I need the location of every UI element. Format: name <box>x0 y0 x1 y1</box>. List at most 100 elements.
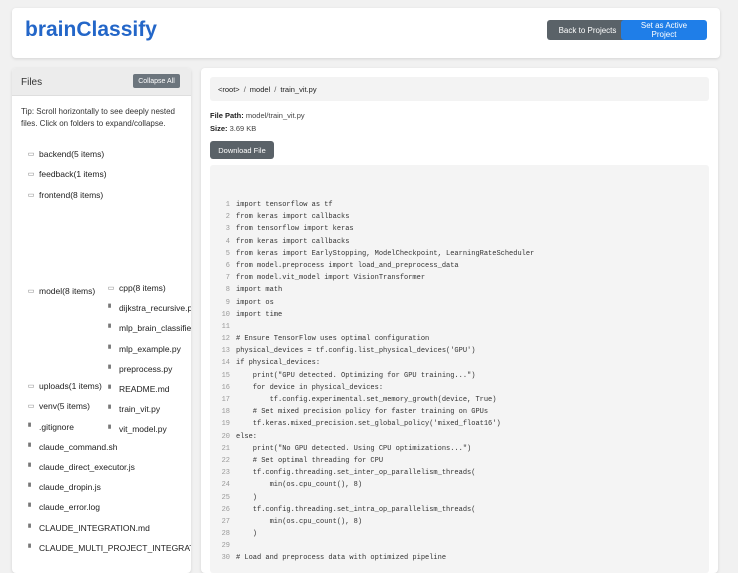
code-line: 27 min(os.cpu_count(), 8) <box>210 516 709 528</box>
tree-file[interactable]: ▘ CLAUDE_INTEGRATION.md <box>26 523 150 533</box>
code-line: 20 else: <box>210 431 709 443</box>
set-active-project-button[interactable]: Set as Active Project <box>621 20 707 40</box>
code-text: ) <box>236 530 258 539</box>
folder-icon: ▭ <box>27 151 35 158</box>
tree-label: frontend(8 items) <box>39 190 104 200</box>
breadcrumb-root[interactable]: <root> <box>218 85 240 94</box>
code-line: 28 ) <box>210 528 709 540</box>
tree-label: CLAUDE_INTEGRATION.md <box>39 523 150 533</box>
breadcrumb-model[interactable]: model <box>250 85 270 94</box>
line-number: 17 <box>221 396 230 404</box>
line-number: 23 <box>221 469 230 478</box>
line-number: 6 <box>225 261 230 270</box>
tree-folder[interactable]: ▭ backend(5 items) <box>26 149 105 159</box>
code-text: import math <box>236 286 283 295</box>
code-text: from keras import EarlyStopping, ModelCh… <box>236 249 535 258</box>
code-text: if physical_devices: <box>236 359 321 368</box>
file-icon: ▘ <box>28 464 34 471</box>
tree-label: model(8 items) <box>39 286 96 296</box>
file-path-label: File Path: <box>210 111 244 120</box>
code-view[interactable]: 1 import tensorflow as tf 2 from keras impo… <box>210 165 709 573</box>
file-icon: ▘ <box>28 504 34 511</box>
code-text: # Load and preprocess data with optimize… <box>236 554 447 563</box>
code-text: print("GPU detected. Optimizing for GPU … <box>236 371 476 380</box>
code-line: 19 tf.keras.mixed_precision.set_global_p… <box>210 418 709 430</box>
tree-label: backend(5 items) <box>39 149 105 159</box>
file-icon: ▘ <box>28 424 34 431</box>
file-icon: ▘ <box>108 406 114 414</box>
tree-label: claude_command.sh <box>39 442 118 452</box>
tree-file[interactable]: ▘ vit_model.py <box>106 424 167 435</box>
line-number: 20 <box>221 432 230 441</box>
code-line: 30 # Load and preprocess data with optimi… <box>210 552 709 564</box>
line-number: 5 <box>225 249 230 258</box>
tree-file[interactable]: ▘ README.md <box>106 384 169 394</box>
code-text: ) <box>236 493 258 502</box>
tree-folder[interactable]: ▭ uploads(1 items) <box>26 381 102 391</box>
code-text: print("No GPU detected. Using CPU optimi… <box>236 444 472 453</box>
line-number: 29 <box>221 542 230 551</box>
folder-icon: ▭ <box>27 171 35 178</box>
tree-folder[interactable]: ▭ venv(5 items) <box>26 401 90 411</box>
line-number: 11 <box>221 322 230 331</box>
code-line: 15 print("GPU detected. Optimizing for G… <box>210 370 709 382</box>
tree-file[interactable]: ▘ .gitignore <box>26 422 74 432</box>
tree-folder[interactable]: ▭ model(8 items) <box>26 286 96 296</box>
tree-folder[interactable]: ▭ frontend(8 items) <box>26 190 104 200</box>
line-number: 2 <box>225 213 230 222</box>
tree-file[interactable]: ▘ claude_error.log <box>26 502 100 512</box>
collapse-all-button[interactable]: Collapse All <box>133 74 180 88</box>
tree-folder[interactable]: ▭ cpp(8 items) <box>106 283 166 293</box>
code-line: 4 from keras import callbacks <box>210 236 709 248</box>
line-number: 24 <box>221 481 230 490</box>
code-line: 12 # Ensure TensorFlow uses optimal confi… <box>210 333 709 345</box>
tree-label: uploads(1 items) <box>39 381 102 391</box>
breadcrumb: <root> / model / train_vit.py <box>210 77 709 101</box>
code-text: from model.vit_model import VisionTransf… <box>236 274 426 283</box>
code-text: from keras import callbacks <box>236 237 350 246</box>
code-line: 18 # Set mixed precision policy for fast… <box>210 406 709 418</box>
tree-file[interactable]: ▘ mlp_example.py <box>106 344 181 354</box>
tree-file[interactable]: ▘ dijkstra_recursive.py <box>106 303 191 313</box>
sidebar-title: Files <box>21 77 43 88</box>
folder-icon: ▭ <box>107 285 115 292</box>
code-line: 22 # Set optimal threading for CPU <box>210 455 709 467</box>
code-text: from keras import callbacks <box>236 213 350 222</box>
back-to-projects-button[interactable]: Back to Projects <box>547 20 628 40</box>
line-number: 13 <box>221 347 230 356</box>
tree-file[interactable]: ▘ claude_command.sh <box>26 442 117 452</box>
code-text: for device in physical_devices: <box>236 383 384 392</box>
code-line: 29 <box>210 540 709 552</box>
folder-icon: ▭ <box>27 403 35 410</box>
code-text: # Ensure TensorFlow uses optimal configu… <box>236 335 430 344</box>
line-number: 27 <box>221 517 230 526</box>
file-icon: ▘ <box>108 325 114 333</box>
line-number: 22 <box>221 456 230 465</box>
tree-label: mlp_example.py <box>119 343 181 354</box>
download-file-button[interactable]: Download File <box>210 141 274 159</box>
line-number: 18 <box>221 408 230 417</box>
folder-icon: ▭ <box>27 288 35 295</box>
tree-label: CLAUDE_MULTI_PROJECT_INTEGRATION <box>39 543 191 553</box>
app-logo[interactable]: brainClassify <box>25 18 157 42</box>
folder-icon: ▭ <box>27 383 35 390</box>
tree-folder[interactable]: ▭ feedback(1 items) <box>26 169 107 179</box>
tree-file[interactable]: ▘ mlp_brain_classifier.py <box>106 323 191 333</box>
tree-label: vit_model.py <box>119 424 167 435</box>
code-text: tf.config.threading.set_intra_op_paralle… <box>236 505 476 514</box>
tree-file[interactable]: ▘ CLAUDE_MULTI_PROJECT_INTEGRATION <box>26 543 191 553</box>
tree-label: .gitignore <box>39 422 74 432</box>
tree-file[interactable]: ▘ preprocess.py <box>106 364 172 374</box>
tree-file[interactable]: ▘ claude_direct_executor.js <box>26 462 135 472</box>
tree-file[interactable]: ▘ claude_dropin.js <box>26 482 101 492</box>
code-line: 21 print("No GPU detected. Using CPU opt… <box>210 443 709 455</box>
tree-file[interactable]: ▘ train_vit.py <box>106 404 160 414</box>
line-number: 1 <box>225 201 230 209</box>
code-line: 13 physical_devices = tf.config.list_phys… <box>210 345 709 357</box>
file-size-row: Size: 3.69 KB <box>210 124 256 133</box>
code-line: 17 tf.config.experimental.set_memory_gro… <box>210 394 709 406</box>
code-text: import tensorflow as tf <box>236 201 333 209</box>
breadcrumb-separator: / <box>243 85 246 94</box>
code-text: # Set optimal threading for CPU <box>236 456 384 465</box>
line-number: 7 <box>225 274 230 283</box>
